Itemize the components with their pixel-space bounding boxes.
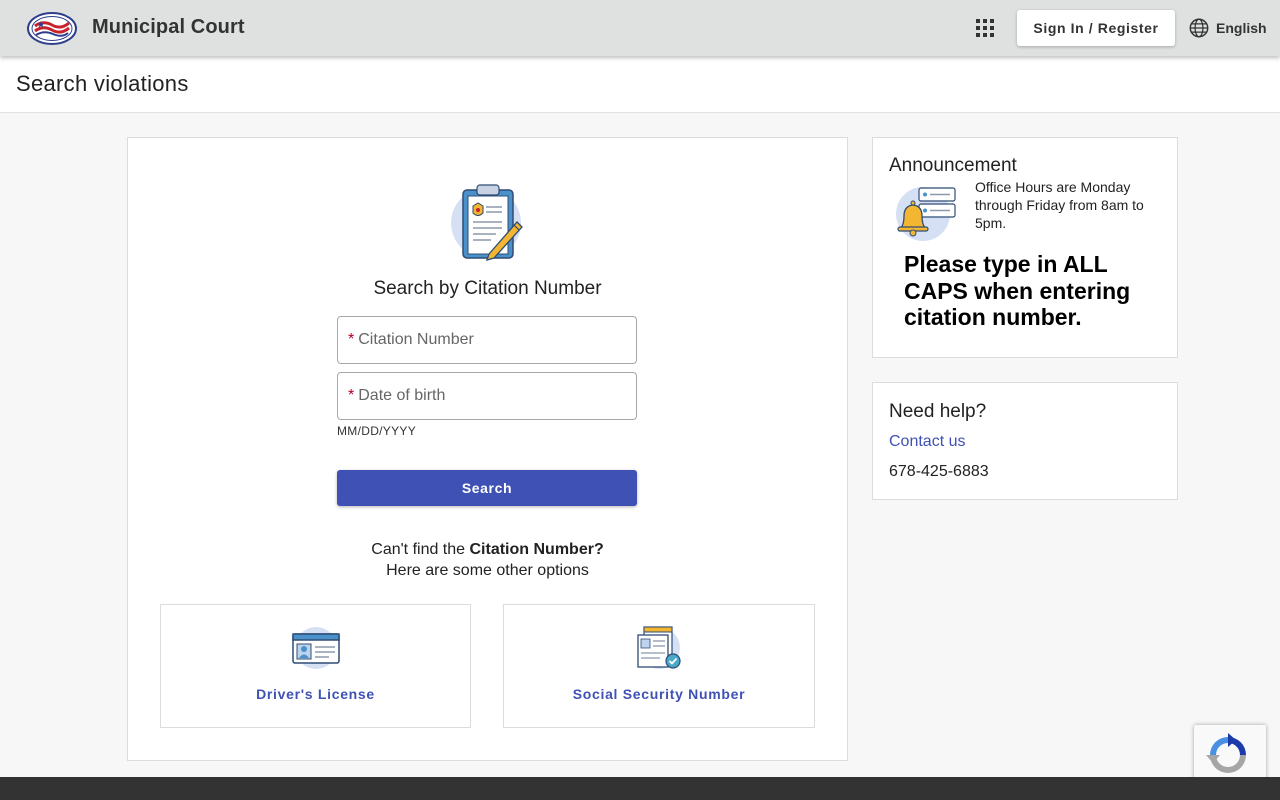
id-card-icon <box>291 627 340 669</box>
top-app-bar: Municipal Court Sign In / Register Engli… <box>0 0 1280 56</box>
page-title-bar: Search violations <box>0 56 1280 113</box>
all-caps-notice: Please type in ALL CAPS when entering ci… <box>904 251 1131 330</box>
help-phone-number: 678-425-6883 <box>889 463 989 480</box>
recaptcha-icon <box>1206 733 1246 773</box>
option-label: Social Security Number <box>572 686 746 702</box>
globe-icon <box>1189 18 1209 38</box>
page-footer <box>0 777 1280 800</box>
clipboard-badge-icon <box>451 184 523 261</box>
announcement-card: Announcement Office Hours are Monday thr… <box>872 137 1178 358</box>
announcement-text: Office Hours are Monday through Friday f… <box>975 179 1144 231</box>
citation-search-card: Search by Citation Number * * MM/DD/YYYY… <box>127 137 848 761</box>
option-label: Driver's License <box>256 686 375 702</box>
date-of-birth-field[interactable]: * <box>337 372 637 420</box>
help-title: Need help? <box>889 401 987 422</box>
court-seal-logo[interactable] <box>27 12 77 45</box>
other-options-text: Can't find the Citation Number? Here are… <box>128 539 847 581</box>
help-card: Need help? Contact us 678-425-6883 <box>872 382 1178 500</box>
ssn-option[interactable]: Social Security Number <box>503 604 815 728</box>
date-of-birth-input[interactable] <box>358 387 629 405</box>
contact-us-link[interactable]: Contact us <box>889 433 965 451</box>
page-title: Search violations <box>16 71 189 96</box>
citation-number-field[interactable]: * <box>337 316 637 364</box>
required-marker: * <box>348 331 355 348</box>
cant-find-prefix: Can't find the <box>371 541 470 558</box>
bell-notification-icon <box>896 187 956 241</box>
citation-number-input[interactable] <box>358 331 629 349</box>
drivers-license-option[interactable]: Driver's License <box>160 604 471 728</box>
sign-in-register-button[interactable]: Sign In / Register <box>1017 10 1175 46</box>
search-heading: Search by Citation Number <box>373 278 602 299</box>
language-label: English <box>1216 20 1267 36</box>
apps-grid-icon[interactable] <box>976 19 994 37</box>
documents-check-icon <box>637 626 681 669</box>
cant-find-emphasis: Citation Number? <box>469 541 604 558</box>
date-format-hint: MM/DD/YYYY <box>337 424 417 438</box>
search-button[interactable]: Search <box>337 470 637 506</box>
required-marker: * <box>348 387 355 404</box>
cant-find-line2: Here are some other options <box>386 562 589 579</box>
app-title[interactable]: Municipal Court <box>92 16 245 39</box>
language-selector[interactable]: English <box>1188 17 1267 39</box>
announcement-title: Announcement <box>889 155 1017 176</box>
